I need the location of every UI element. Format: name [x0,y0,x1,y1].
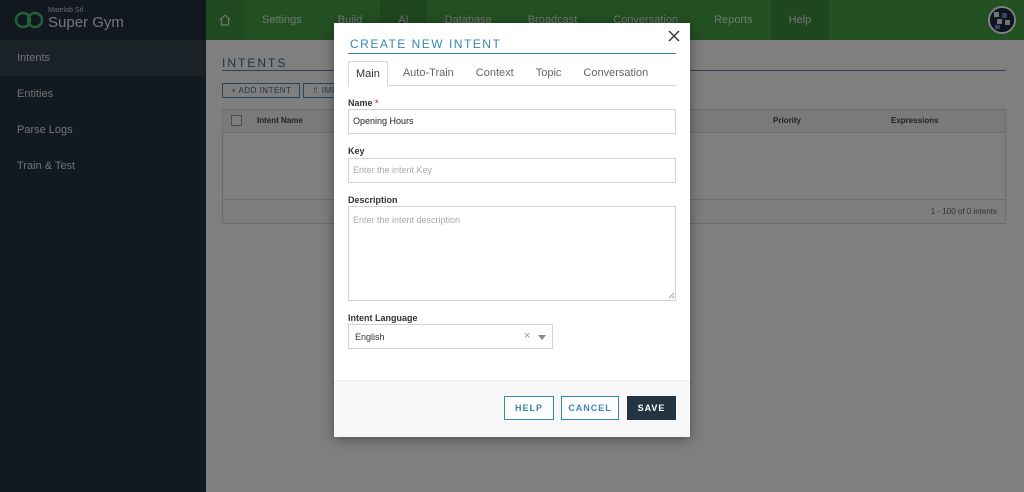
description-label: Description [348,195,398,205]
help-button[interactable]: HELP [504,396,554,420]
cancel-button[interactable]: CANCEL [561,396,619,420]
name-input[interactable]: Opening Hours [348,109,676,134]
tab-topic[interactable]: Topic [529,61,569,86]
name-label-text: Name [348,98,373,108]
dialog-footer: HELP CANCEL SAVE [334,380,690,437]
name-label: Name * [348,98,379,108]
tab-context[interactable]: Context [469,61,521,86]
clear-icon[interactable]: × [524,330,530,342]
language-label: Intent Language [348,313,418,323]
tab-main[interactable]: Main [348,61,388,87]
chevron-down-icon[interactable] [538,335,546,340]
create-intent-dialog: CREATE NEW INTENT Main Auto-Train Contex… [334,23,690,437]
tab-auto-train[interactable]: Auto-Train [396,61,461,86]
description-textarea[interactable]: Enter the intent description [348,206,676,301]
close-button[interactable] [666,28,682,44]
required-mark: * [375,98,379,108]
tab-conversation[interactable]: Conversation [576,61,655,86]
language-select[interactable]: English × [348,324,553,349]
save-button[interactable]: SAVE [627,396,676,420]
dialog-title-divider [348,53,676,54]
close-icon [668,30,680,42]
key-input[interactable]: Enter the intent Key [348,158,676,183]
dialog-title: CREATE NEW INTENT [350,37,502,51]
key-label: Key [348,146,365,156]
language-value: English [355,332,385,342]
resize-handle-icon[interactable] [668,292,675,299]
dialog-tabs: Main Auto-Train Context Topic Conversati… [348,61,676,87]
